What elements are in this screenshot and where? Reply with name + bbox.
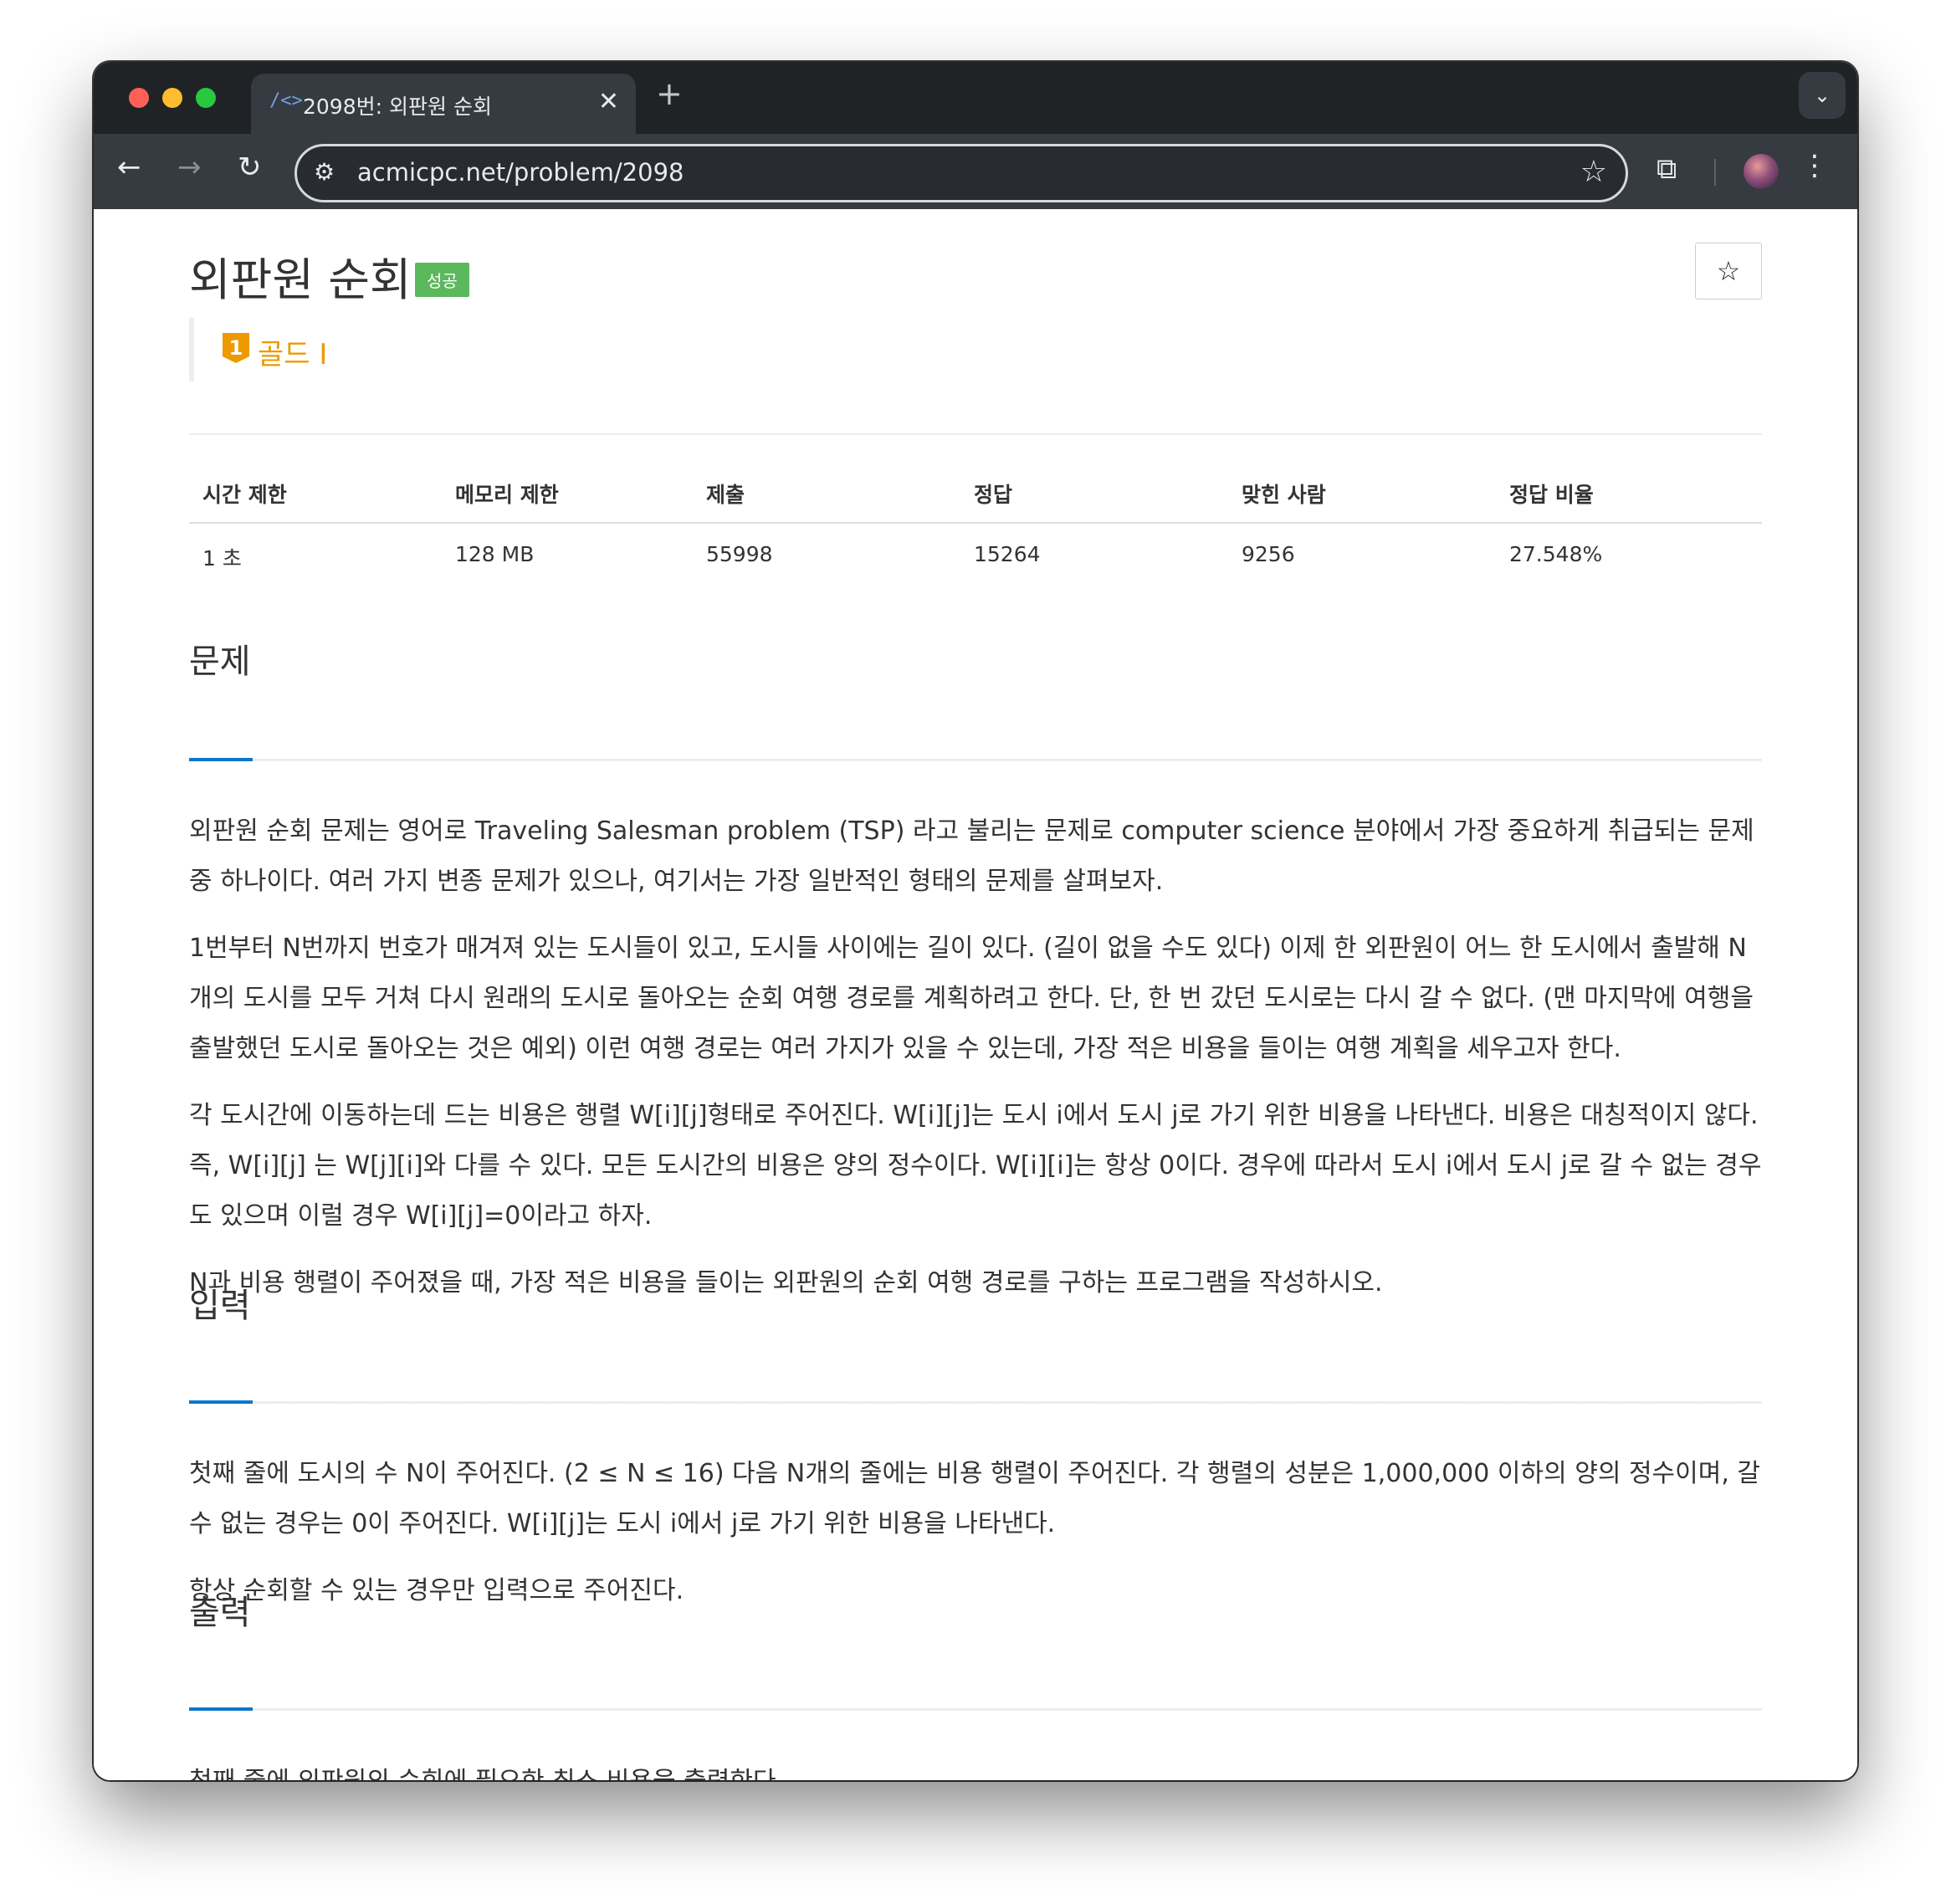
address-bar[interactable]: ⚙ acmicpc.net/problem/2098 ☆ (294, 144, 1628, 202)
tab-close-icon[interactable]: ✕ (598, 87, 619, 116)
bookmark-star-icon[interactable]: ☆ (1695, 243, 1762, 299)
table-cell: 27.548% (1509, 542, 1603, 566)
kebab-menu-icon[interactable]: ⋮ (1800, 149, 1829, 182)
table-header-cell: 정답 비율 (1509, 483, 1594, 507)
tier-label[interactable]: 골드 I (258, 331, 327, 372)
table-header-cell: 정답 (974, 483, 1013, 507)
minimize-window-button[interactable] (162, 88, 182, 108)
profile-avatar[interactable] (1744, 154, 1779, 189)
divider (189, 433, 1762, 435)
back-arrow-icon[interactable]: ← (117, 151, 141, 184)
problem-title: 외판원 순회 (189, 253, 412, 306)
site-settings-icon[interactable]: ⚙ (314, 158, 335, 186)
description-paragraph: 1번부터 N번까지 번호가 매겨져 있는 도시들이 있고, 도시들 사이에는 길… (189, 934, 1754, 1063)
maximize-window-button[interactable] (196, 88, 216, 108)
section-title-input: 입력 (189, 1287, 251, 1325)
tier-box: 1 골드 I (189, 318, 327, 381)
section-divider (189, 759, 1762, 761)
page-content: 외판원 순회 성공 ☆ 1 골드 I 시간 제한 메모리 제한 제출 정답 맞힌… (94, 209, 1857, 1780)
table-cell: 1 초 (202, 546, 242, 571)
tab-strip: /<> 2098번: 외판원 순회 ✕ + ⌄ (94, 62, 1857, 134)
tab-search-chevron-icon[interactable]: ⌄ (1799, 72, 1846, 119)
table-header-row: 시간 제한 메모리 제한 제출 정답 맞힌 사람 정답 비율 (189, 460, 1762, 524)
section-title-description: 문제 (189, 642, 251, 681)
browser-window: /<> 2098번: 외판원 순회 ✕ + ⌄ ← → ↻ ⚙ acmicpc.… (94, 62, 1857, 1780)
status-badge: 성공 (415, 263, 469, 297)
table-header-cell: 맞힌 사람 (1242, 483, 1326, 507)
section-underline (189, 758, 253, 761)
table-header-cell: 시간 제한 (202, 483, 287, 507)
extensions-puzzle-icon[interactable]: ⧉ (1657, 152, 1677, 186)
table-header-cell: 제출 (706, 483, 745, 507)
active-tab[interactable]: /<> 2098번: 외판원 순회 ✕ (251, 74, 636, 134)
reload-icon[interactable]: ↻ (238, 151, 262, 184)
section-divider (189, 1401, 1762, 1404)
table-cell[interactable]: 9256 (1242, 542, 1295, 566)
new-tab-button[interactable]: + (656, 75, 683, 112)
section-title-output: 출력 (189, 1594, 251, 1632)
input-paragraph: 항상 순회할 수 있는 경우만 입력으로 주어진다. (189, 1576, 684, 1605)
close-window-button[interactable] (129, 88, 149, 108)
tier-medal-icon: 1 (223, 333, 249, 363)
table-cell[interactable]: 15264 (974, 542, 1041, 566)
description-paragraph: 각 도시간에 이동하는데 드는 비용은 행렬 W[i][j]형태로 주어진다. … (189, 1101, 1762, 1231)
section-underline (189, 1707, 253, 1711)
description-paragraph: 외판원 순회 문제는 영어로 Traveling Salesman proble… (189, 816, 1754, 896)
bookmark-star-icon[interactable]: ☆ (1580, 155, 1607, 189)
input-paragraph: 첫째 줄에 도시의 수 N이 주어진다. (2 ≤ N ≤ 16) 다음 N개의… (189, 1459, 1761, 1538)
table-cell: 128 MB (455, 542, 535, 566)
table-header-cell: 메모리 제한 (455, 483, 559, 507)
output-paragraph: 첫째 줄에 외판원의 순회에 필요한 최소 비용을 출력한다. (189, 1757, 1762, 1780)
section-divider (189, 1708, 1762, 1711)
browser-toolbar: ← → ↻ ⚙ acmicpc.net/problem/2098 ☆ ⧉ ⋮ (94, 134, 1857, 209)
url-text[interactable]: acmicpc.net/problem/2098 (357, 158, 684, 187)
description-paragraph: N과 비용 행렬이 주어졌을 때, 가장 적은 비용을 들이는 외판원의 순회 … (189, 1268, 1383, 1297)
tab-title: 2098번: 외판원 순회 (303, 95, 492, 119)
section-underline (189, 1400, 253, 1404)
toolbar-divider (1714, 159, 1716, 186)
table-cell[interactable]: 55998 (706, 542, 773, 566)
code-favicon-icon: /<> (269, 90, 303, 111)
forward-arrow-icon[interactable]: → (177, 151, 202, 184)
table-row: 1 초 128 MB 55998 15264 9256 27.548% (189, 524, 1762, 587)
